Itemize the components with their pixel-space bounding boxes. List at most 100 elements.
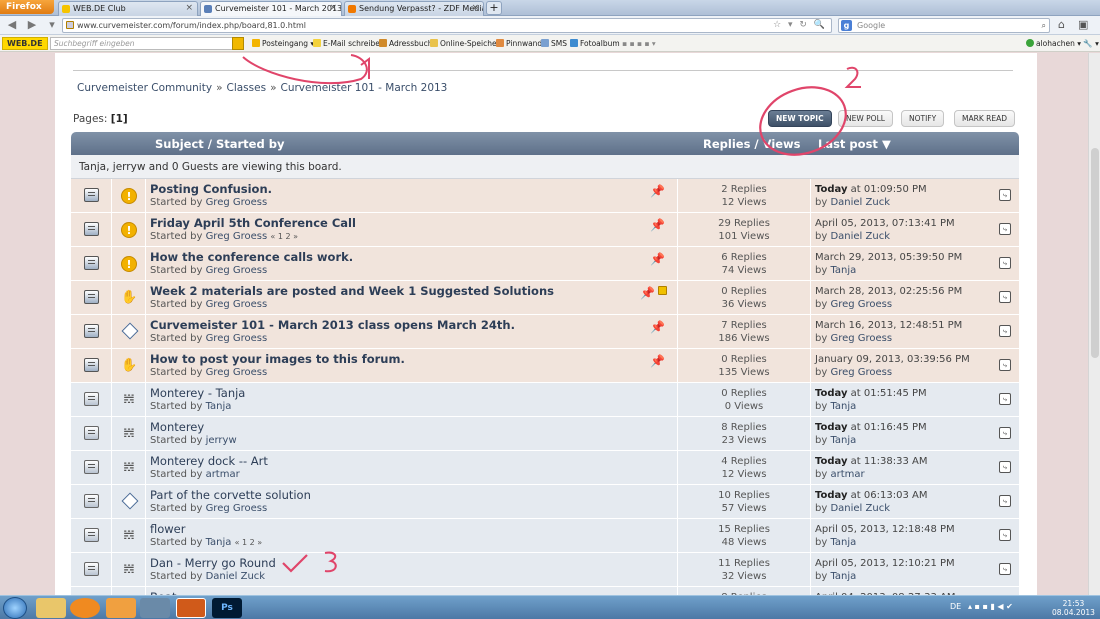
- window-icon[interactable]: ▣: [1078, 18, 1088, 31]
- last-post-author-link[interactable]: Tanja: [830, 265, 856, 276]
- last-post-icon[interactable]: ⤷: [999, 359, 1011, 371]
- toolbar-item-email-schreiben[interactable]: E-Mail schreiben: [313, 38, 385, 49]
- webde-search-button[interactable]: [232, 37, 244, 50]
- topic-subject-link[interactable]: How the conference calls work.: [150, 250, 353, 264]
- topic-pages[interactable]: « 1 2 »: [270, 232, 298, 241]
- author-link[interactable]: Tanja: [206, 401, 232, 412]
- last-post-icon[interactable]: ⤷: [999, 223, 1011, 235]
- new-poll-button[interactable]: NEW POLL: [838, 110, 893, 127]
- toolbar-item-pinnwand[interactable]: Pinnwand: [496, 38, 542, 49]
- scrollbar-thumb[interactable]: [1091, 148, 1099, 358]
- page-scrollbar[interactable]: [1088, 53, 1100, 595]
- topic-pages[interactable]: « 1 2 »: [235, 538, 263, 547]
- last-post-icon[interactable]: ⤷: [999, 291, 1011, 303]
- back-arrow-icon[interactable]: ◀: [4, 18, 20, 32]
- last-post-icon[interactable]: ⤷: [999, 529, 1011, 541]
- webde-logo[interactable]: WEB.DE: [2, 37, 48, 50]
- start-button[interactable]: [3, 597, 27, 619]
- new-tab-button[interactable]: +: [486, 1, 502, 15]
- last-post-author-link[interactable]: Daniel Zuck: [830, 503, 890, 514]
- toolbar-item-sms[interactable]: SMS: [541, 38, 567, 49]
- topic-subject-link[interactable]: Curvemeister 101 - March 2013 class open…: [150, 318, 515, 332]
- google-icon[interactable]: g: [841, 20, 852, 31]
- topic-row[interactable]: ! Friday April 5th Conference Call Started…: [71, 213, 1019, 247]
- topic-row[interactable]: ✋ How to post your images to this forum. S…: [71, 349, 1019, 383]
- close-icon[interactable]: ×: [329, 2, 337, 15]
- author-link[interactable]: Greg Groess: [206, 333, 268, 344]
- dropdown-arrow-icon[interactable]: ▾: [44, 18, 60, 32]
- last-post-author-link[interactable]: Greg Groess: [830, 333, 892, 344]
- last-post-icon[interactable]: ⤷: [999, 461, 1011, 473]
- author-link[interactable]: Greg Groess: [206, 265, 268, 276]
- topic-row[interactable]: ✋ Week 2 materials are posted and Week 1 …: [71, 281, 1019, 315]
- webde-search-input[interactable]: Suchbegriff eingeben: [50, 37, 236, 50]
- toolbar-item-online-speicher[interactable]: Online-Speicher: [430, 38, 500, 49]
- toolbar-user[interactable]: alohachen ▾ 🔧 ▾: [1026, 38, 1099, 49]
- toolbar-extra-icons[interactable]: ▪ ▪ ▪ ▪ ▾: [622, 38, 656, 49]
- replies-column-header[interactable]: Replies / Views: [703, 137, 801, 151]
- last-post-icon[interactable]: ⤷: [999, 393, 1011, 405]
- breadcrumb-board[interactable]: Curvemeister 101 - March 2013: [281, 82, 448, 94]
- author-link[interactable]: jerryw: [206, 435, 237, 446]
- topic-row[interactable]: 𝍁 Monterey - Tanja Started by Tanja 0 Repl…: [71, 383, 1019, 417]
- home-icon[interactable]: ⌂: [1058, 18, 1065, 31]
- author-link[interactable]: Greg Groess: [206, 299, 268, 310]
- last-post-icon[interactable]: ⤷: [999, 325, 1011, 337]
- topic-row[interactable]: Part of the corvette solution Started by …: [71, 485, 1019, 519]
- topic-row[interactable]: 𝍁Boat 8 RepliesApril 04, 2013, 08:27:33 …: [71, 587, 1019, 595]
- author-link[interactable]: Greg Groess: [206, 197, 268, 208]
- last-post-author-link[interactable]: Tanja: [830, 537, 856, 548]
- notify-button[interactable]: NOTIFY: [901, 110, 945, 127]
- topic-subject-link[interactable]: Posting Confusion.: [150, 182, 272, 196]
- last-post-icon[interactable]: ⤷: [999, 563, 1011, 575]
- last-post-author-link[interactable]: Greg Groess: [830, 367, 892, 378]
- tab-curvemeister[interactable]: Curvemeister 101 - March 2013 ×: [200, 1, 342, 16]
- network-taskbar-icon[interactable]: [140, 598, 170, 618]
- tray-icons[interactable]: ▴ ▪ ▪ ▮ ◀ ✔: [968, 602, 1013, 611]
- author-link[interactable]: Tanja: [206, 537, 232, 548]
- topic-subject-link[interactable]: flower: [150, 522, 186, 536]
- bookmark-star-icon[interactable]: ☆ ▾ ↻ 🔍: [773, 19, 827, 32]
- topic-row[interactable]: ! How the conference calls work. Started b…: [71, 247, 1019, 281]
- last-post-author-link[interactable]: artmar: [830, 469, 864, 480]
- topic-subject-link[interactable]: Monterey - Tanja: [150, 386, 245, 400]
- author-link[interactable]: artmar: [206, 469, 240, 480]
- close-icon[interactable]: ×: [185, 2, 193, 15]
- last-post-icon[interactable]: ⤷: [999, 257, 1011, 269]
- close-icon[interactable]: ×: [471, 2, 479, 15]
- clock[interactable]: 21:53 08.04.2013: [1052, 599, 1095, 617]
- mark-read-button[interactable]: MARK READ: [954, 110, 1015, 127]
- last-post-icon[interactable]: ⤷: [999, 495, 1011, 507]
- topic-subject-link[interactable]: How to post your images to this forum.: [150, 352, 405, 366]
- last-post-author-link[interactable]: Daniel Zuck: [830, 231, 890, 242]
- app-taskbar-icon[interactable]: [106, 598, 136, 618]
- toolbar-item-fotoalbum[interactable]: Fotoalbum: [570, 38, 620, 49]
- breadcrumb-classes[interactable]: Classes: [227, 82, 267, 94]
- author-link[interactable]: Greg Groess: [206, 503, 268, 514]
- tab-webde-club[interactable]: WEB.DE Club ×: [58, 1, 198, 16]
- tab-zdf-mediathek[interactable]: Sendung Verpasst? - ZDF Mediathek ×: [344, 1, 484, 16]
- topic-row[interactable]: 𝍁 Monterey dock -- Art Started by artmar 4…: [71, 451, 1019, 485]
- last-post-author-link[interactable]: Tanja: [830, 435, 856, 446]
- last-post-author-link[interactable]: Tanja: [830, 401, 856, 412]
- firefox-taskbar-icon[interactable]: [176, 598, 206, 618]
- topic-subject-link[interactable]: Monterey dock -- Art: [150, 454, 268, 468]
- author-link[interactable]: Greg Groess: [206, 231, 268, 242]
- forward-arrow-icon[interactable]: ▶: [24, 18, 40, 32]
- topic-row[interactable]: 𝍁 flower Started by Tanja « 1 2 » 15 Replie…: [71, 519, 1019, 553]
- topic-subject-link[interactable]: Friday April 5th Conference Call: [150, 216, 356, 230]
- firefox-menu-button[interactable]: Firefox: [0, 0, 54, 14]
- last-post-author-link[interactable]: Daniel Zuck: [830, 197, 890, 208]
- last-post-author-link[interactable]: Greg Groess: [830, 299, 892, 310]
- language-indicator[interactable]: DE: [950, 602, 961, 611]
- search-bar[interactable]: g Google ⌕: [838, 18, 1050, 33]
- topic-subject-link[interactable]: Dan - Merry go Round: [150, 556, 276, 570]
- last-post-icon[interactable]: ⤷: [999, 427, 1011, 439]
- last-post-icon[interactable]: ⤷: [999, 189, 1011, 201]
- new-topic-button[interactable]: NEW TOPIC: [768, 110, 832, 127]
- site-identity-icon[interactable]: [66, 21, 74, 29]
- toolbar-item-posteingang[interactable]: Posteingang ▾: [252, 38, 314, 49]
- photoshop-taskbar-icon[interactable]: Ps: [212, 598, 242, 618]
- topic-row[interactable]: Curvemeister 101 - March 2013 class open…: [71, 315, 1019, 349]
- topic-subject-link[interactable]: Monterey: [150, 420, 204, 434]
